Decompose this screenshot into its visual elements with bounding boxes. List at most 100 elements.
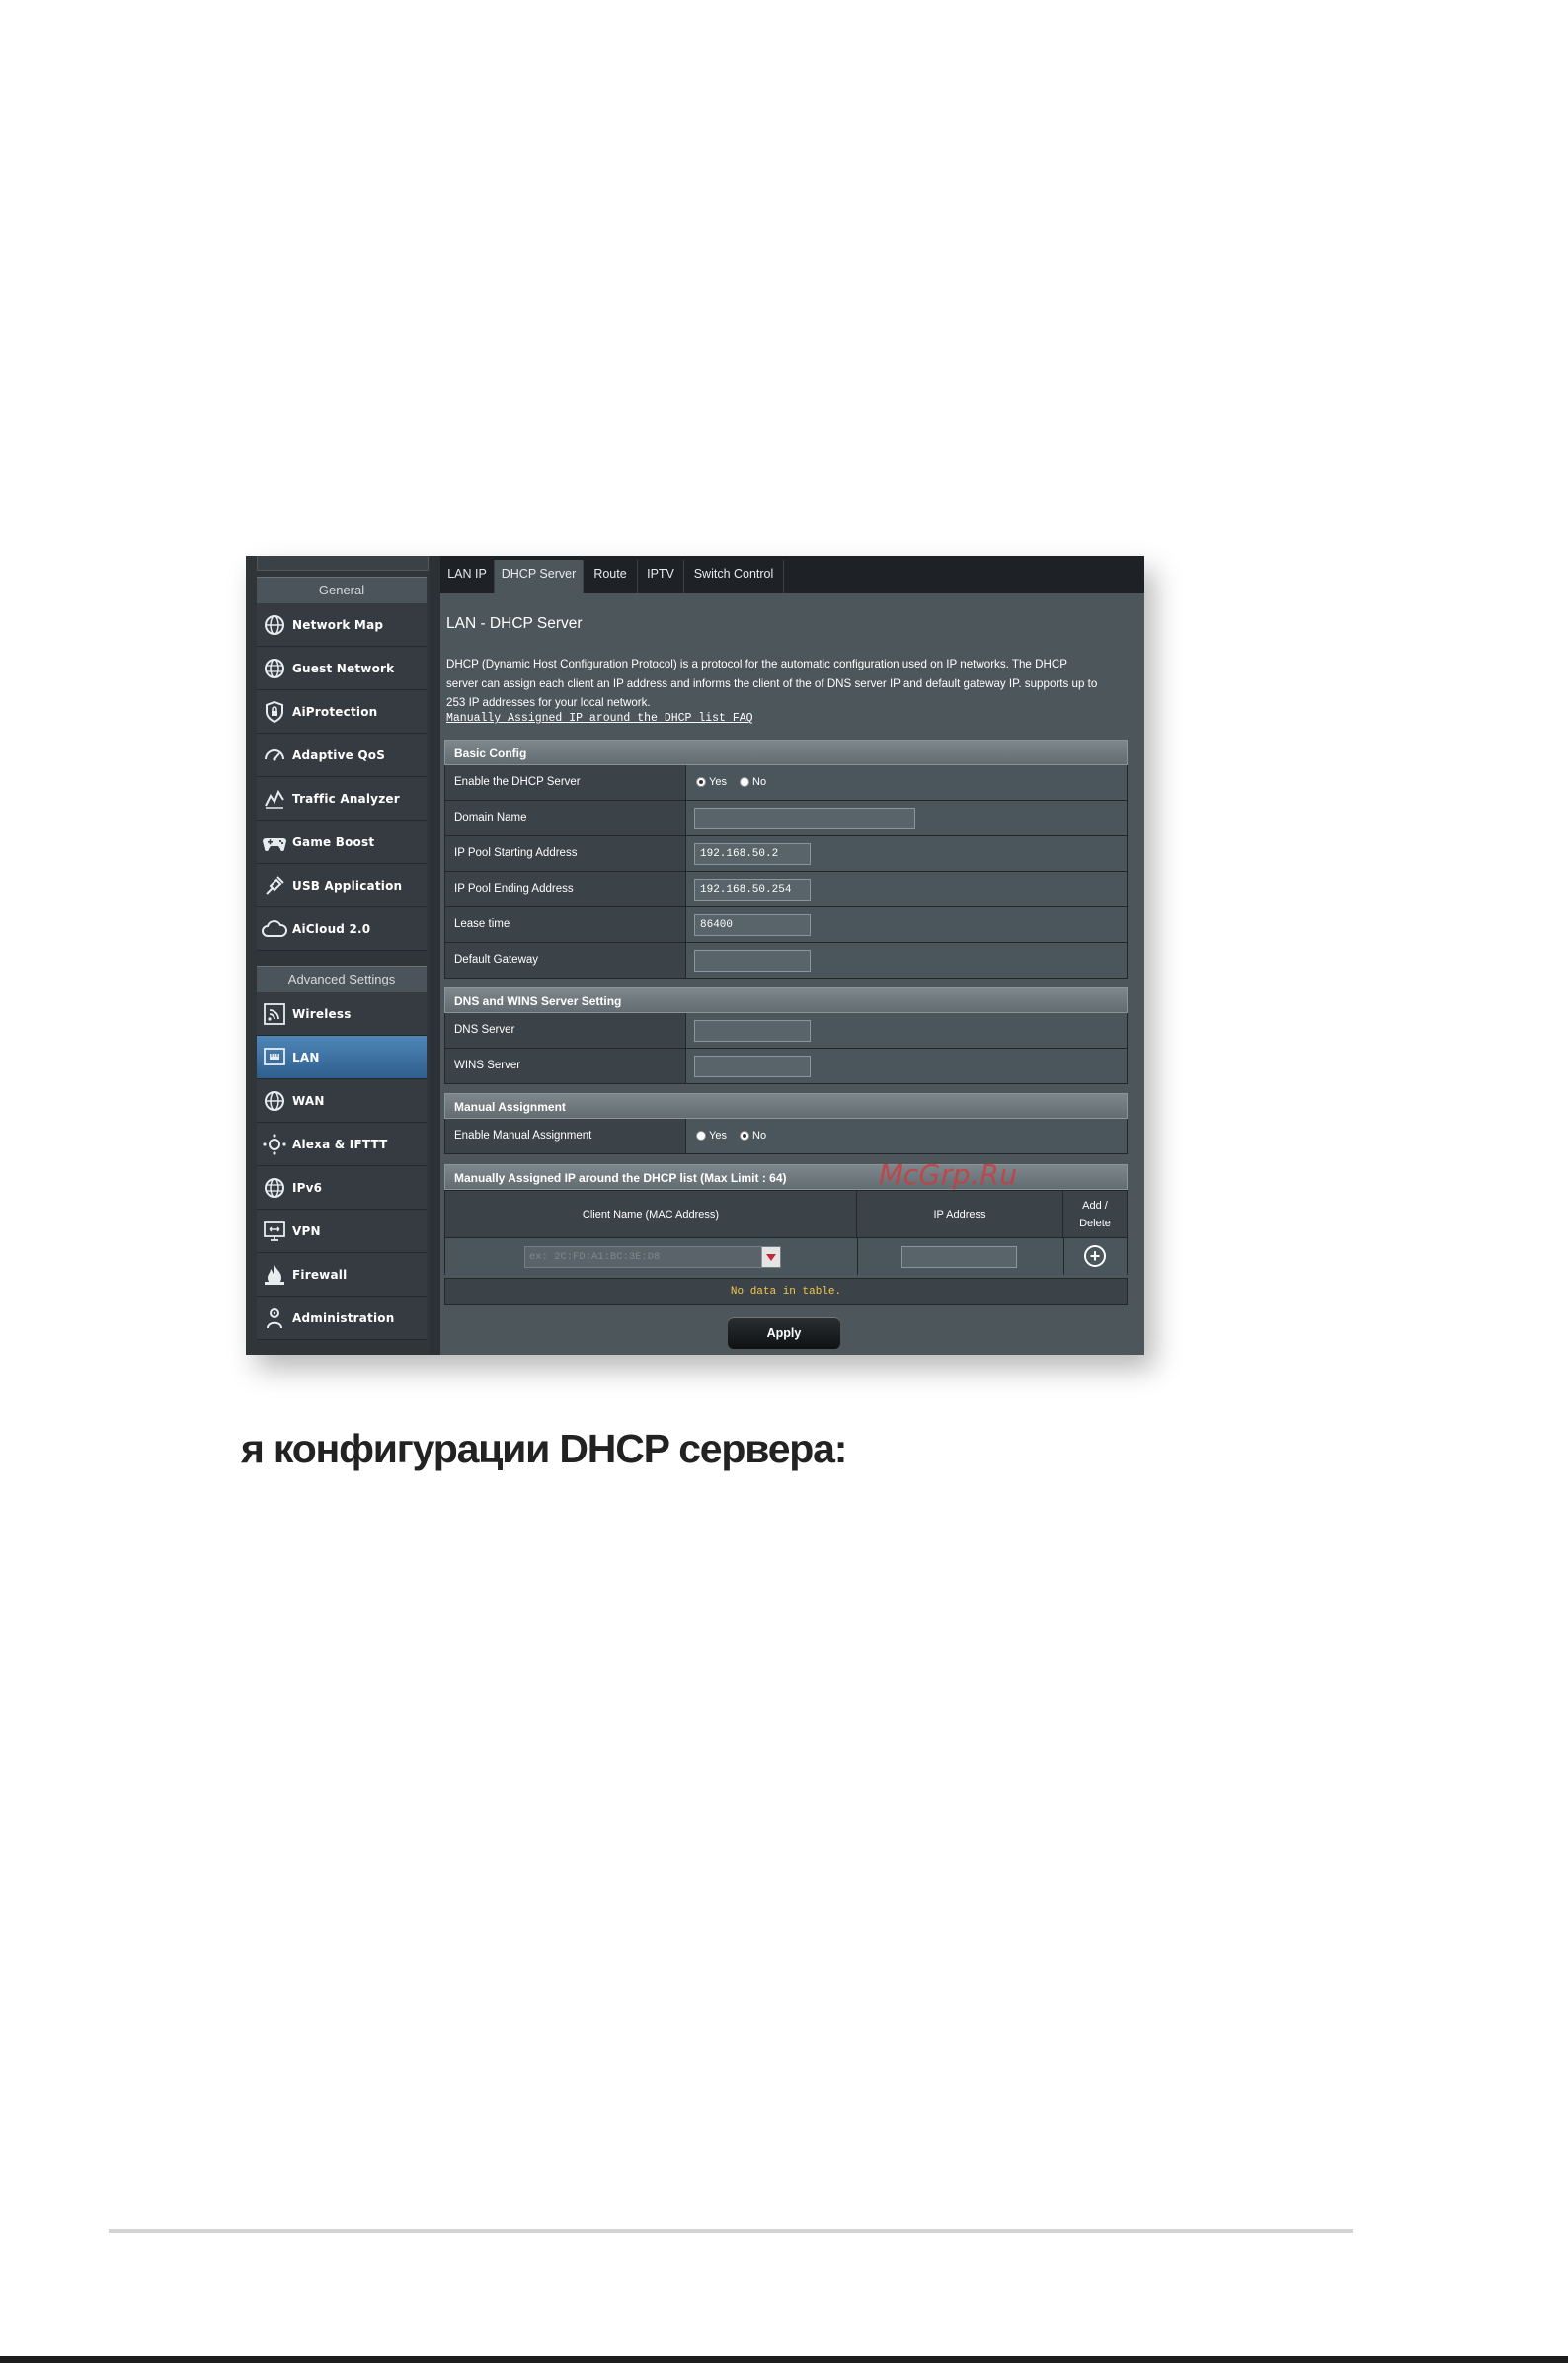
globe-network-icon <box>261 655 288 682</box>
sidebar-item-label: Wireless <box>292 1006 352 1021</box>
sidebar-top-edge <box>257 556 429 571</box>
faq-link[interactable]: Manually Assigned IP around the DHCP lis… <box>446 712 753 725</box>
watermark: McGrp.Ru <box>879 1158 1018 1191</box>
wins-server-input[interactable] <box>694 1056 811 1077</box>
pool-start-input[interactable]: 192.168.50.2 <box>694 843 811 865</box>
pool-end-input[interactable]: 192.168.50.254 <box>694 879 811 901</box>
caption-heading: я конфигурации DHCP сервера: <box>241 1426 847 1471</box>
tab-route[interactable]: Route <box>584 560 638 593</box>
sidebar-item-label: VPN <box>292 1223 321 1238</box>
sidebar-item-label: Game Boost <box>292 834 375 849</box>
dns-server-input[interactable] <box>694 1020 811 1042</box>
default-gateway-label: Default Gateway <box>445 943 686 978</box>
sidebar-item-ipv6[interactable]: IPv6 <box>257 1166 427 1210</box>
radio-checked-icon <box>696 777 706 787</box>
dns-server-row: DNS Server <box>444 1013 1128 1049</box>
sidebar: General Network Map Guest Network AiProt… <box>246 556 430 1355</box>
sidebar-item-label: Firewall <box>292 1267 348 1282</box>
manual-assignment-header: Manual Assignment <box>444 1093 1128 1119</box>
lease-time-input[interactable]: 86400 <box>694 914 811 936</box>
table-input-row: ex: 2C:FD:A1:BC:3E:D8 + <box>445 1237 1127 1275</box>
description-line: server can assign each client an IP addr… <box>446 676 1098 690</box>
sidebar-item-aiprotection[interactable]: AiProtection <box>257 690 427 734</box>
tab-dhcp-server[interactable]: DHCP Server <box>495 560 584 593</box>
add-plus-icon[interactable]: + <box>1084 1245 1106 1267</box>
dhcp-no-radio[interactable]: No <box>740 776 766 788</box>
radio-unchecked-icon <box>740 777 749 787</box>
speedometer-icon <box>261 742 288 769</box>
sidebar-item-guest-network[interactable]: Guest Network <box>257 647 427 690</box>
globe-icon <box>261 1174 288 1202</box>
enable-dhcp-row: Enable the DHCP Server Yes No <box>444 765 1128 801</box>
footer-divider <box>109 2229 1353 2233</box>
sidebar-item-network-map[interactable]: Network Map <box>257 603 427 647</box>
page-title: LAN - DHCP Server <box>446 615 583 632</box>
default-gateway-input[interactable] <box>694 950 811 972</box>
chart-line-icon <box>261 785 288 813</box>
client-select[interactable]: ex: 2C:FD:A1:BC:3E:D8 <box>524 1246 781 1268</box>
basic-config-header: Basic Config <box>444 740 1128 765</box>
wifi-icon <box>261 1000 288 1028</box>
sidebar-item-game-boost[interactable]: Game Boost <box>257 821 427 864</box>
lease-time-label: Lease time <box>445 907 686 942</box>
lease-time-row: Lease time 86400 <box>444 907 1128 943</box>
cloud-icon <box>261 915 288 943</box>
sidebar-item-administration[interactable]: Administration <box>257 1297 427 1340</box>
tab-lan-ip[interactable]: LAN IP <box>440 560 495 593</box>
sidebar-item-lan[interactable]: LAN <box>257 1036 427 1079</box>
sidebar-item-label: USB Application <box>292 878 403 893</box>
tab-bar: LAN IP DHCP Server Route IPTV Switch Con… <box>440 556 1144 593</box>
sidebar-item-label: Traffic Analyzer <box>292 791 400 806</box>
sidebar-item-label: AiCloud 2.0 <box>292 921 371 936</box>
globe-icon <box>261 1087 288 1115</box>
sidebar-item-vpn[interactable]: VPN <box>257 1210 427 1253</box>
sidebar-item-wan[interactable]: WAN <box>257 1079 427 1123</box>
lan-icon <box>261 1044 288 1071</box>
radio-label: No <box>752 1130 767 1142</box>
sidebar-item-usb-application[interactable]: USB Application <box>257 864 427 907</box>
pool-end-value: 192.168.50.254 <box>686 872 1127 906</box>
lease-time-value: 86400 <box>686 907 1127 942</box>
radio-unchecked-icon <box>696 1131 706 1141</box>
ip-address-input[interactable] <box>901 1246 1017 1268</box>
tab-switch-control[interactable]: Switch Control <box>684 560 784 593</box>
pool-start-row: IP Pool Starting Address 192.168.50.2 <box>444 836 1128 872</box>
gamepad-icon <box>261 828 288 856</box>
description-line: DHCP (Dynamic Host Configuration Protoco… <box>446 658 1067 670</box>
sidebar-item-label: WAN <box>292 1093 325 1108</box>
sidebar-item-traffic-analyzer[interactable]: Traffic Analyzer <box>257 777 427 821</box>
dropdown-arrow-icon[interactable] <box>761 1247 780 1267</box>
sidebar-item-adaptive-qos[interactable]: Adaptive QoS <box>257 734 427 777</box>
sidebar-item-firewall[interactable]: Firewall <box>257 1253 427 1297</box>
dhcp-yes-radio[interactable]: Yes <box>696 776 727 788</box>
page-description: DHCP (Dynamic Host Configuration Protoco… <box>446 655 1128 713</box>
sidebar-item-wireless[interactable]: Wireless <box>257 992 427 1036</box>
lock-icon <box>261 698 288 726</box>
sidebar-item-aicloud[interactable]: AiCloud 2.0 <box>257 907 427 951</box>
sidebar-item-label: Network Map <box>292 617 384 632</box>
col-add-delete: Add / Delete <box>1063 1191 1127 1237</box>
page-bottom-edge <box>0 2356 1568 2363</box>
sidebar-item-label: Administration <box>292 1310 395 1325</box>
sidebar-item-alexa-ifttt[interactable]: Alexa & IFTTT <box>257 1123 427 1166</box>
column-divider <box>857 1238 858 1275</box>
manual-no-radio[interactable]: No <box>740 1130 766 1142</box>
tab-iptv[interactable]: IPTV <box>638 560 684 593</box>
puzzle-icon <box>261 872 288 900</box>
pool-start-value: 192.168.50.2 <box>686 836 1127 871</box>
sidebar-item-label: AiProtection <box>292 704 378 719</box>
col-add-line: Add / <box>1082 1199 1108 1212</box>
manual-yes-radio[interactable]: Yes <box>696 1130 727 1142</box>
apply-button[interactable]: Apply <box>728 1317 840 1349</box>
domain-name-input[interactable] <box>694 808 915 829</box>
alexa-icon <box>261 1131 288 1158</box>
col-delete-line: Delete <box>1079 1217 1111 1229</box>
sidebar-item-label: Guest Network <box>292 661 395 675</box>
dns-wins-header: DNS and WINS Server Setting <box>444 987 1128 1013</box>
col-client-name: Client Name (MAC Address) <box>445 1191 857 1237</box>
sidebar-item-label: IPv6 <box>292 1180 323 1195</box>
enable-dhcp-value: Yes No <box>686 765 1127 800</box>
radio-label: Yes <box>709 776 727 788</box>
domain-name-row: Domain Name <box>444 801 1128 836</box>
wins-server-value <box>686 1049 1127 1083</box>
